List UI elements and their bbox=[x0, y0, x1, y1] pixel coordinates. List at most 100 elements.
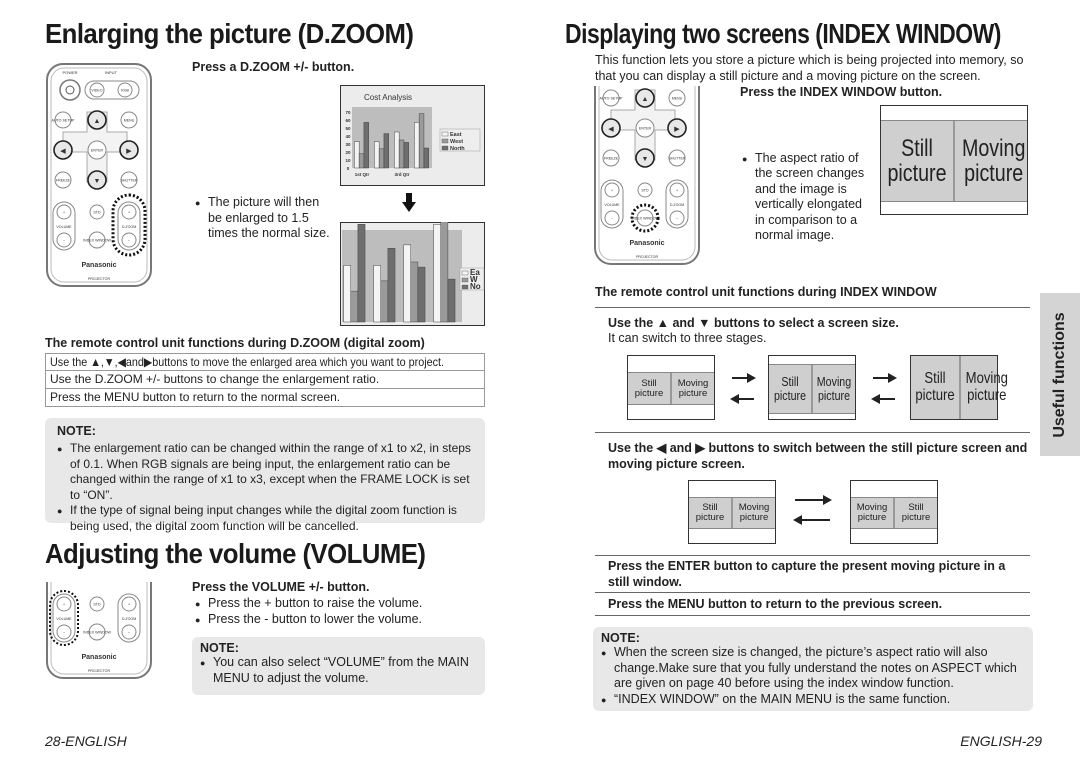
up-icon: ▲ bbox=[94, 118, 101, 125]
std-button-label: STD bbox=[93, 211, 101, 215]
volume-label: VOLUME bbox=[56, 617, 72, 621]
bar-north bbox=[403, 142, 409, 169]
still-pane: Still picture bbox=[915, 369, 955, 404]
bar-east bbox=[343, 265, 351, 323]
right-icon: ▶ bbox=[126, 148, 132, 155]
legend-swatch bbox=[461, 284, 469, 290]
down-icon: ▼ bbox=[642, 156, 649, 163]
volume-plus-button-label: + bbox=[63, 211, 65, 215]
bar-north bbox=[357, 224, 366, 323]
legend-label: East bbox=[450, 132, 462, 138]
note-item: When the screen size is changed, the pic… bbox=[601, 645, 1025, 692]
legend-label: No bbox=[470, 282, 481, 291]
freeze-button-label: FREEZE bbox=[56, 179, 71, 183]
x-tick-label: 1st Qtr bbox=[355, 172, 370, 177]
screen-size-large: Still picture Moving picture bbox=[910, 355, 1008, 420]
remote-control-illustration: POWER INPUT VIDEO RGB AUTO SETUP ▲ MENU ◀ ENTER ▶… bbox=[46, 63, 152, 287]
brand-logo: Panasonic bbox=[81, 262, 116, 269]
page-number-right: ENGLISH-29 bbox=[960, 733, 1042, 749]
menu-button-label: MENU bbox=[672, 97, 683, 101]
projector-label: PROJECTOR bbox=[88, 277, 111, 281]
bar-east bbox=[374, 141, 380, 169]
table-row: Use the D.ZOOM +/- buttons to change the… bbox=[45, 371, 485, 389]
dzoom-bullet: The picture will then be enlarged to 1.5… bbox=[195, 195, 335, 242]
bar-west bbox=[418, 113, 425, 169]
dzoom-label: D.ZOOM bbox=[670, 203, 684, 207]
brand-logo: Panasonic bbox=[81, 654, 116, 661]
right-arrow-icon bbox=[732, 373, 756, 383]
bar-north bbox=[383, 133, 389, 169]
note-title: NOTE: bbox=[200, 641, 239, 655]
bar-west bbox=[410, 261, 419, 323]
index-window-button-label: INDEX WINDOW bbox=[83, 239, 111, 243]
dzoom-functions-heading: The remote control unit functions during… bbox=[45, 336, 425, 350]
right-icon: ▶ bbox=[674, 126, 680, 133]
legend-swatch bbox=[441, 131, 449, 137]
bar-north bbox=[423, 147, 429, 169]
bar-east bbox=[403, 244, 411, 323]
volume-label: VOLUME bbox=[56, 225, 72, 229]
menu-button-label: MENU bbox=[124, 119, 135, 123]
screen-still-left: Still picture Moving picture bbox=[688, 480, 776, 544]
moving-pane: Moving picture bbox=[856, 502, 888, 523]
y-tick-label: 30 bbox=[345, 142, 351, 147]
index-bullet: The aspect ratio of the screen changes a… bbox=[742, 151, 872, 244]
bar-west bbox=[358, 153, 365, 169]
left-arrow-icon bbox=[871, 394, 895, 404]
y-tick-label: 70 bbox=[345, 110, 351, 115]
section-title-dzoom: Enlarging the picture (D.ZOOM) bbox=[45, 18, 414, 49]
bar-west bbox=[380, 280, 389, 323]
note-item: The enlargement ratio can be changed wit… bbox=[57, 441, 473, 503]
volume-note: NOTE: You can also select “VOLUME” from … bbox=[192, 637, 485, 695]
y-tick-label: 20 bbox=[345, 150, 351, 155]
dzoom-label: D.ZOOM bbox=[122, 617, 136, 621]
page-number-left: 28-ENGLISH bbox=[45, 733, 127, 749]
std-button-label: STD bbox=[641, 189, 649, 193]
legend-swatch bbox=[441, 138, 449, 144]
power-label: POWER bbox=[62, 70, 77, 75]
std-button-label: STD bbox=[93, 603, 101, 607]
brand-logo: Panasonic bbox=[629, 240, 664, 247]
volume-minus-button-label: − bbox=[63, 239, 65, 243]
volume-bullet: Press the - button to lower the volume. bbox=[195, 612, 422, 628]
y-tick-label: 60 bbox=[345, 118, 351, 123]
side-tab-label: Useful functions bbox=[1051, 311, 1068, 438]
legend-swatch bbox=[461, 277, 469, 283]
bar-west bbox=[440, 222, 449, 323]
legend-label: North bbox=[450, 146, 465, 152]
moving-pane: Moving picture bbox=[959, 356, 1013, 419]
video-button-label: VIDEO bbox=[91, 89, 102, 93]
projector-label: PROJECTOR bbox=[636, 255, 659, 259]
still-picture-pane: Still picture bbox=[887, 134, 947, 187]
input-label: INPUT bbox=[105, 70, 118, 75]
legend-label: West bbox=[450, 139, 463, 145]
volume-minus-button-label: − bbox=[63, 631, 65, 635]
volume-minus-button-label: − bbox=[611, 217, 613, 221]
left-arrow-icon bbox=[793, 515, 830, 525]
y-tick-label: 40 bbox=[345, 134, 351, 139]
note-item: You can also select “VOLUME” from the MA… bbox=[200, 655, 477, 686]
moving-pane: Moving picture bbox=[811, 365, 855, 413]
side-tab: Useful functions bbox=[1040, 293, 1080, 456]
moving-pane: Moving picture bbox=[731, 498, 775, 528]
chart-title: Cost Analysis bbox=[364, 93, 412, 102]
row-text: Use the D.ZOOM +/- buttons to change the… bbox=[50, 372, 380, 386]
bar-west bbox=[398, 139, 405, 169]
bar-east bbox=[354, 141, 360, 169]
bar-east bbox=[373, 265, 381, 323]
volume-bullet: Press the + button to raise the volume. bbox=[195, 596, 422, 612]
switch-heading: Use the ◀ and ▶ buttons to switch betwee… bbox=[608, 441, 1028, 471]
index-intro: This function lets you store a picture w… bbox=[595, 53, 1024, 83]
step-press-index-window: Press the INDEX WINDOW button. bbox=[740, 85, 943, 99]
dzoom-plus-button-label: + bbox=[128, 211, 130, 215]
screen-size-medium: Still picture Moving picture bbox=[768, 355, 856, 420]
left-icon: ◀ bbox=[60, 148, 66, 155]
row-text: Press the MENU button to return to the n… bbox=[50, 390, 341, 404]
dzoom-plus-button-label: + bbox=[676, 189, 678, 193]
step-press-volume: Press the VOLUME +/- button. bbox=[192, 580, 370, 594]
x-tick-label: 3rd Qtr bbox=[394, 172, 409, 177]
dzoom-minus-button-label: − bbox=[128, 239, 130, 243]
note-title: NOTE: bbox=[57, 424, 96, 438]
still-pane: Still picture bbox=[634, 377, 664, 399]
index-note: NOTE: When the screen size is changed, t… bbox=[593, 627, 1033, 711]
